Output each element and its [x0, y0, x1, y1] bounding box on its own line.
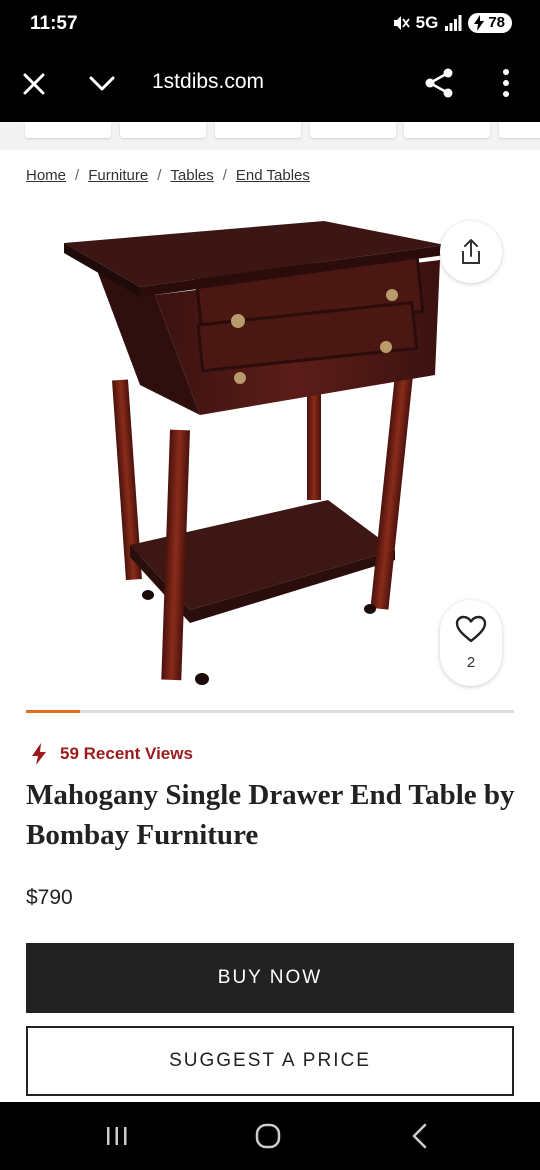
- image-share-button[interactable]: [440, 221, 502, 283]
- category-chip[interactable]: [215, 122, 301, 138]
- category-strip: [0, 122, 540, 150]
- category-chip[interactable]: [120, 122, 206, 138]
- recent-apps-icon[interactable]: [104, 1124, 130, 1148]
- heart-icon: [455, 615, 487, 643]
- share-icon[interactable]: [422, 66, 456, 100]
- breadcrumb-furniture[interactable]: Furniture: [88, 167, 148, 184]
- recent-views-badge: 59 Recent Views: [30, 743, 193, 765]
- recent-views-text: 59 Recent Views: [60, 744, 193, 763]
- chevron-down-icon[interactable]: [86, 68, 118, 100]
- suggest-price-button[interactable]: SUGGEST A PRICE: [26, 1026, 514, 1096]
- category-chip[interactable]: [25, 122, 111, 138]
- signal-icon: [445, 15, 462, 31]
- category-chip[interactable]: [404, 122, 490, 138]
- buy-now-button[interactable]: BUY NOW: [26, 943, 514, 1013]
- status-time: 11:57: [30, 13, 78, 34]
- status-icons: 5G 78: [392, 13, 512, 33]
- product-price: $790: [26, 886, 73, 909]
- breadcrumb-tables[interactable]: Tables: [170, 167, 213, 184]
- breadcrumb-separator: /: [222, 167, 227, 184]
- network-label: 5G: [415, 13, 439, 32]
- close-icon[interactable]: [18, 68, 50, 100]
- lightning-icon: [32, 743, 46, 765]
- breadcrumb-separator: /: [75, 167, 80, 184]
- breadcrumb-home[interactable]: Home: [26, 167, 66, 184]
- product-image[interactable]: [50, 205, 460, 695]
- breadcrumb-end-tables[interactable]: End Tables: [236, 167, 310, 184]
- carousel-progress-fill: [26, 710, 80, 713]
- mute-icon: [393, 16, 410, 30]
- breadcrumb: Home / Furniture / Tables / End Tables: [26, 167, 310, 184]
- status-bar: 11:57 5G 78: [0, 0, 540, 50]
- url-display[interactable]: 1stdibs.com: [152, 70, 264, 94]
- battery-indicator: 78: [468, 13, 512, 33]
- more-options-icon[interactable]: [494, 66, 518, 100]
- battery-level: 78: [488, 14, 505, 31]
- carousel-progress: [26, 710, 514, 713]
- home-icon[interactable]: [254, 1122, 282, 1150]
- browser-toolbar: 1stdibs.com: [0, 50, 540, 122]
- upload-share-icon: [462, 239, 480, 264]
- charging-icon: [474, 15, 485, 31]
- category-chip[interactable]: [499, 122, 540, 138]
- category-chip[interactable]: [310, 122, 396, 138]
- back-icon[interactable]: [408, 1122, 432, 1150]
- favorite-count: 2: [466, 654, 476, 671]
- breadcrumb-separator: /: [157, 167, 162, 184]
- favorite-button[interactable]: 2: [440, 600, 502, 686]
- product-title: Mahogany Single Drawer End Table by Bomb…: [26, 779, 515, 851]
- system-nav-bar: [0, 1102, 540, 1170]
